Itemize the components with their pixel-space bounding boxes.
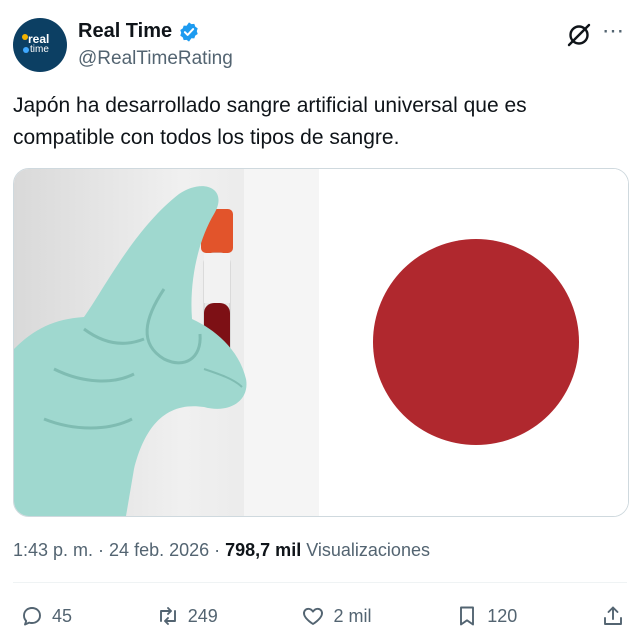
views-count: 798,7 mil xyxy=(225,540,302,560)
share-button[interactable] xyxy=(601,604,625,628)
action-bar: 45 249 2 mil 120 xyxy=(20,601,625,631)
tweet-date[interactable]: 24 feb. 2026 xyxy=(109,540,209,560)
reply-icon xyxy=(23,607,41,626)
avatar-dot-blue xyxy=(23,47,29,53)
meta-separator: · xyxy=(209,540,226,560)
media-grid[interactable] xyxy=(13,168,629,517)
like-button[interactable]: 2 mil xyxy=(301,604,372,628)
author-name[interactable]: Real Time xyxy=(78,20,172,43)
media-image-blood-tube[interactable] xyxy=(14,169,319,516)
author-handle[interactable]: @RealTimeRating xyxy=(78,48,233,70)
bookmark-count: 120 xyxy=(487,605,518,626)
reply-button[interactable]: 45 xyxy=(20,604,72,628)
views-label: Visualizaciones xyxy=(306,540,430,560)
tweet-meta: 1:43 p. m. · 24 feb. 2026 · 798,7 mil Vi… xyxy=(13,540,430,561)
meta-separator: · xyxy=(93,540,110,560)
tweet-text: Japón ha desarrollado sangre artificial … xyxy=(13,94,527,149)
reply-count: 45 xyxy=(52,605,73,626)
bookmark-button[interactable]: 120 xyxy=(455,604,517,628)
retweet-button[interactable]: 249 xyxy=(156,604,218,628)
author-name-row[interactable]: Real Time xyxy=(78,20,200,43)
bookmark-icon xyxy=(460,606,475,626)
divider xyxy=(13,582,627,583)
verified-badge-icon xyxy=(180,21,198,42)
retweet-icon xyxy=(159,607,176,625)
share-icon xyxy=(604,606,622,625)
retweet-count: 249 xyxy=(187,605,218,626)
more-icon[interactable]: ⋯ xyxy=(602,18,625,44)
avatar[interactable]: real time xyxy=(13,18,67,72)
grok-icon[interactable] xyxy=(566,22,592,48)
avatar-text-line2: time xyxy=(30,44,49,55)
tweet-time[interactable]: 1:43 p. m. xyxy=(13,540,93,560)
media-image-japan-flag[interactable] xyxy=(319,169,628,516)
like-count: 2 mil xyxy=(333,605,372,626)
heart-icon xyxy=(303,607,324,625)
